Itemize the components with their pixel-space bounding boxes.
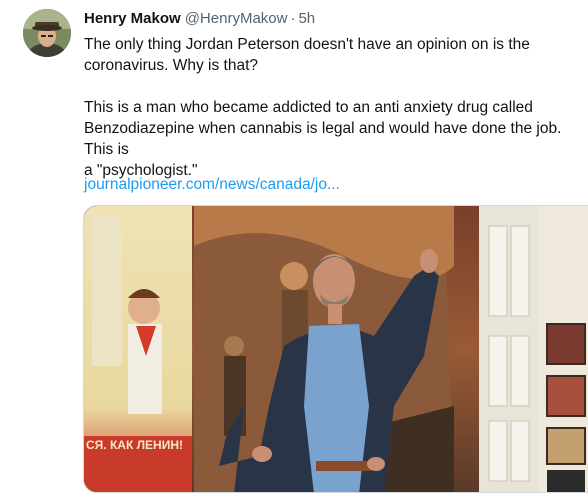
author-handle[interactable]: @HenryMakow: [185, 10, 288, 27]
separator-dot: ·: [290, 10, 296, 27]
tweet[interactable]: Henry Makow @HenryMakow · 5h The only thing…: [0, 0, 588, 494]
tweet-time[interactable]: 5h: [298, 10, 315, 27]
tweet-image[interactable]: СЯ. КАК ЛЕНИН!: [83, 205, 588, 493]
tweet-paragraph-1: The only thing Jordan Peterson doesn't h…: [84, 36, 530, 74]
poster-caption: СЯ. КАК ЛЕНИН!: [86, 438, 183, 452]
article-link[interactable]: journalpioneer.com/news/canada/jo...: [84, 175, 340, 195]
avatar[interactable]: [23, 9, 71, 57]
tweet-header: Henry Makow @HenryMakow · 5h: [84, 9, 315, 29]
author-name[interactable]: Henry Makow: [84, 10, 181, 27]
tweet-paragraph-2: This is a man who became addicted to an …: [84, 99, 562, 179]
tweet-text: The only thing Jordan Peterson doesn't h…: [84, 34, 584, 181]
